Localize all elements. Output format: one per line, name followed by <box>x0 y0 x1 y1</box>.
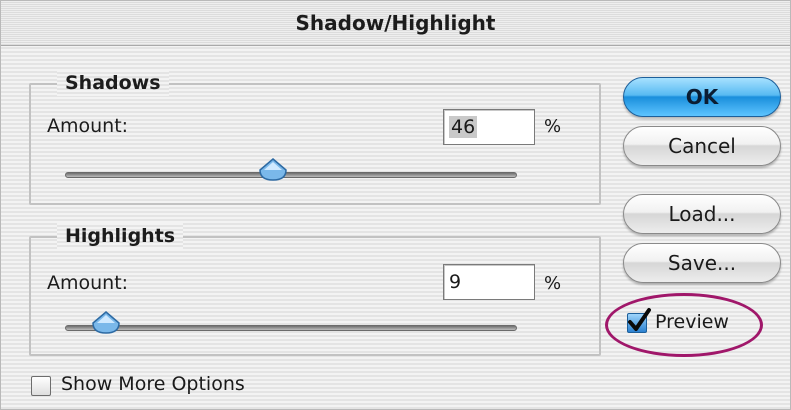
shadows-group: Shadows Amount: 46 % <box>29 70 601 205</box>
highlights-percent-label: % <box>544 273 562 294</box>
highlights-amount-value: 9 <box>449 271 462 293</box>
shadows-legend: Shadows <box>57 70 169 96</box>
highlights-legend: Highlights <box>57 223 184 249</box>
cancel-button[interactable]: Cancel <box>623 126 781 166</box>
show-more-options-checkbox[interactable] <box>31 376 51 396</box>
shadows-amount-input[interactable]: 46 <box>443 109 535 145</box>
ok-button[interactable]: OK <box>623 77 781 117</box>
shadows-percent-label: % <box>544 116 562 137</box>
save-button[interactable]: Save... <box>623 243 781 283</box>
shadows-slider-track[interactable] <box>65 172 517 178</box>
preview-option: Preview <box>605 293 763 357</box>
show-more-options-label: Show More Options <box>61 373 245 395</box>
highlights-group: Highlights Amount: 9 % <box>29 223 601 356</box>
shadow-highlight-dialog: Shadow/Highlight Shadows Amount: 46 % Hi… <box>0 0 791 410</box>
checkmark-icon <box>628 308 651 331</box>
slider-thumb-icon[interactable] <box>91 311 121 335</box>
highlights-amount-input[interactable]: 9 <box>443 264 535 300</box>
dialog-title: Shadow/Highlight <box>1 1 790 46</box>
preview-checkbox[interactable] <box>627 308 651 333</box>
slider-thumb-icon[interactable] <box>258 158 288 182</box>
highlights-slider-track[interactable] <box>65 325 517 331</box>
shadows-amount-label: Amount: <box>47 115 129 137</box>
shadows-amount-value: 46 <box>449 116 478 138</box>
preview-label: Preview <box>655 311 729 333</box>
highlights-amount-label: Amount: <box>47 272 129 294</box>
load-button[interactable]: Load... <box>623 194 781 234</box>
